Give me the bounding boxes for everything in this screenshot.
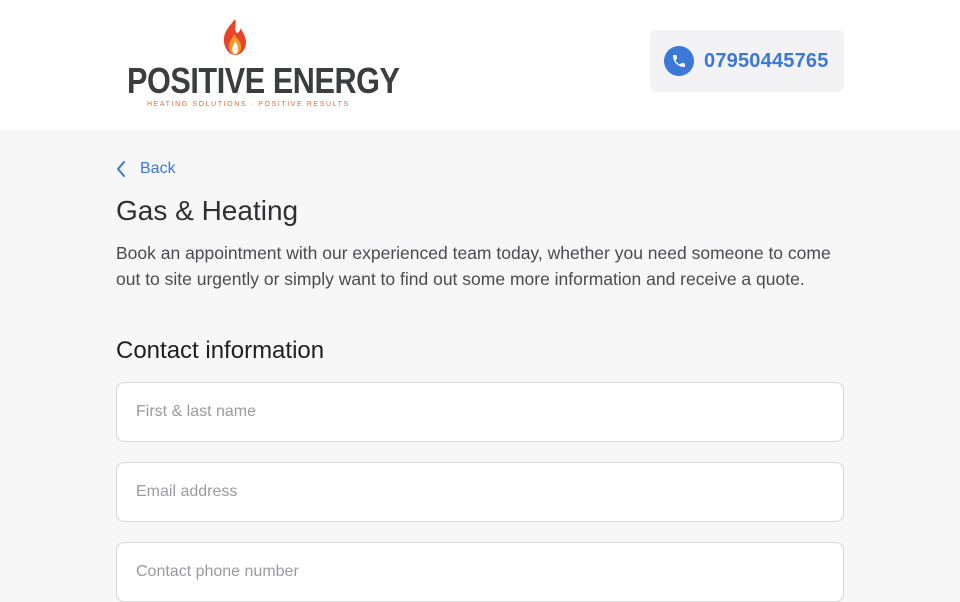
contact-phone-field[interactable]: [116, 542, 844, 602]
contact-section-title: Contact information: [116, 337, 325, 364]
email-field[interactable]: [116, 462, 844, 522]
site-header: POSITIVE ENERGY HEATING SOLUTIONS · POSI…: [0, 0, 960, 130]
page-description: Book an appointment with our experienced…: [116, 243, 831, 289]
chevron-left-icon: [117, 161, 125, 177]
brand-wordmark: POSITIVE ENERGY: [127, 60, 400, 101]
flame-icon: [223, 19, 246, 55]
call-phone-button[interactable]: 07950445765: [650, 30, 844, 92]
phone-icon: [664, 46, 694, 76]
back-link[interactable]: Back: [116, 160, 176, 178]
back-label: Back: [140, 160, 176, 177]
phone-number-link[interactable]: 07950445765: [704, 50, 829, 73]
name-field[interactable]: [116, 382, 844, 442]
brand-logo[interactable]: POSITIVE ENERGY HEATING SOLUTIONS · POSI…: [127, 18, 400, 110]
brand-tagline: HEATING SOLUTIONS · POSITIVE RESULTS: [147, 101, 350, 108]
page-title: Gas & Heating: [116, 195, 299, 226]
